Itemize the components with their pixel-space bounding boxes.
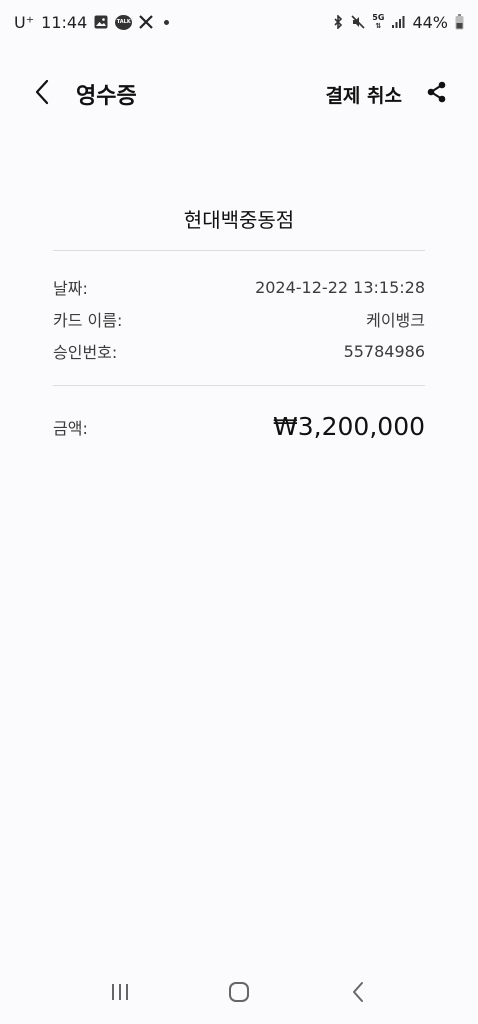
x-icon	[139, 15, 154, 29]
cancel-payment-button[interactable]: 결제 취소	[325, 81, 402, 108]
home-button[interactable]	[219, 974, 259, 1014]
app-header: 영수증 결제 취소	[0, 62, 478, 126]
mute-icon	[351, 15, 365, 29]
amount-label: 금액:	[53, 418, 88, 438]
status-right: 5G ⇅ 44%	[332, 13, 464, 32]
receipt-card: 현대백중동점 날짜: 2024-12-22 13:15:28 카드 이름: 케이…	[53, 190, 425, 441]
system-nav-bar	[0, 964, 478, 1024]
share-icon	[427, 81, 447, 107]
approval-number-label: 승인번호:	[53, 343, 118, 362]
approval-number-row: 승인번호: 55784986	[53, 335, 425, 367]
share-button[interactable]	[426, 81, 448, 107]
battery-icon	[455, 14, 464, 30]
status-bar: U⁺ 11:44 TALK 5G ⇅ 44%	[0, 0, 478, 44]
bluetooth-icon	[332, 15, 344, 29]
carrier-label: U⁺	[14, 12, 35, 32]
chevron-left-icon	[34, 79, 50, 109]
home-icon	[228, 981, 250, 1007]
battery-percent: 44%	[412, 12, 448, 32]
card-name-label: 카드 이름:	[53, 311, 123, 330]
more-notifications-icon	[164, 19, 170, 25]
network-type-label: 5G ⇅	[372, 13, 385, 31]
merchant-name: 현대백중동점	[183, 208, 295, 232]
network-type-text: 5G	[372, 13, 385, 22]
nav-back-button[interactable]	[338, 974, 378, 1014]
date-value: 2024-12-22 13:15:28	[255, 277, 425, 297]
date-row: 날짜: 2024-12-22 13:15:28	[53, 271, 425, 303]
recent-apps-icon	[109, 982, 131, 1006]
status-left: U⁺ 11:44 TALK	[14, 12, 170, 32]
signal-icon	[391, 15, 405, 29]
back-button[interactable]	[28, 74, 56, 114]
receipt-details: 날짜: 2024-12-22 13:15:28 카드 이름: 케이뱅크 승인번호…	[53, 251, 425, 385]
amount-value: ₩3,200,000	[273, 412, 425, 441]
card-name-row: 카드 이름: 케이뱅크	[53, 303, 425, 335]
gallery-icon	[94, 15, 108, 29]
recent-apps-button[interactable]	[100, 974, 140, 1014]
amount-row: 금액: ₩3,200,000	[53, 412, 425, 441]
card-name-value: 케이뱅크	[366, 311, 425, 330]
divider	[53, 385, 425, 386]
kakaotalk-icon: TALK	[115, 14, 133, 30]
page-title: 영수증	[76, 84, 137, 109]
back-icon	[351, 981, 365, 1007]
approval-number-value: 55784986	[343, 341, 425, 361]
date-label: 날짜:	[53, 279, 88, 298]
clock: 11:44	[41, 12, 88, 32]
